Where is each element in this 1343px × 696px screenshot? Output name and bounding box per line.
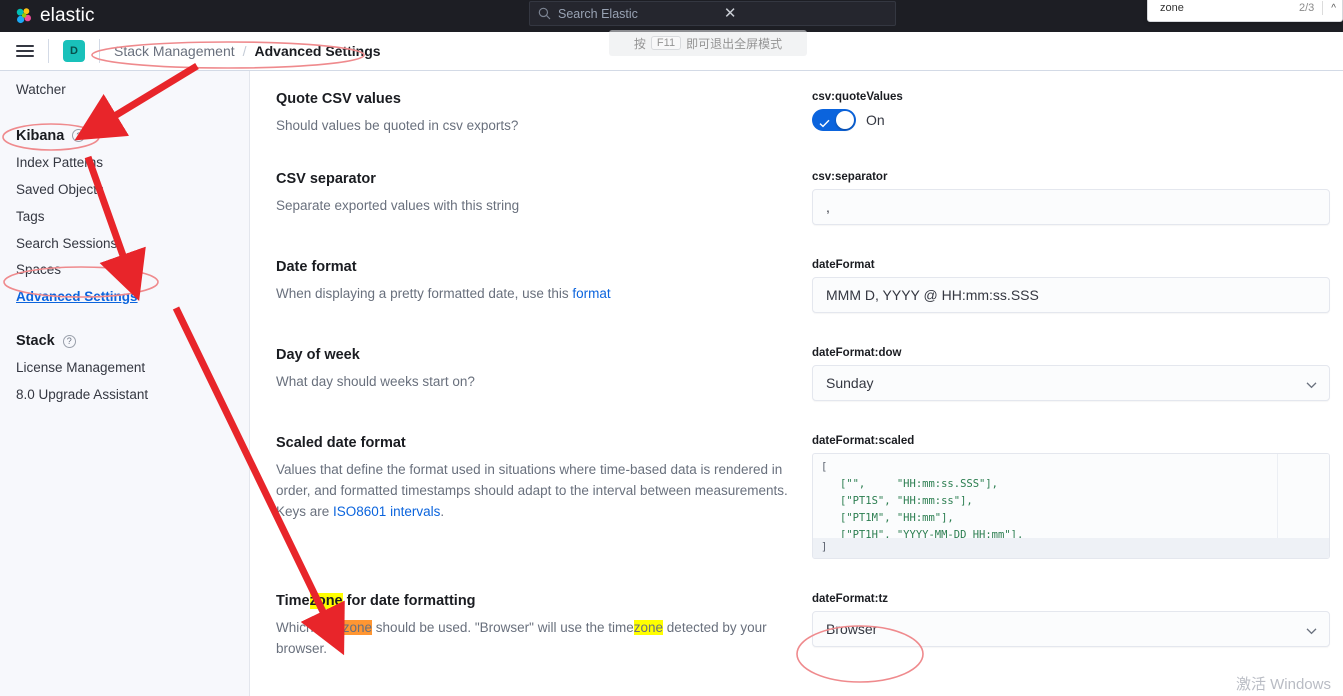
sidebar-item-saved-objects[interactable]: Saved Objects	[0, 177, 249, 204]
setting-description: Which timezone should be used. "Browser"…	[276, 618, 776, 660]
setting-key: dateFormat	[812, 258, 875, 271]
divider	[48, 39, 49, 63]
setting-description: When displaying a pretty formatted date,…	[276, 284, 796, 305]
chevron-down-icon	[1306, 623, 1317, 635]
search-placeholder: Search Elastic	[558, 6, 638, 21]
chevron-down-icon	[1306, 377, 1317, 389]
setting-description: What day should weeks start on?	[276, 373, 475, 389]
desc-part: should be used. "Browser" will use the t…	[372, 619, 634, 635]
setting-scaled-date-format: Scaled date format Values that define th…	[250, 435, 1343, 559]
desc-part: Which time	[276, 619, 343, 635]
elastic-logo-icon	[14, 7, 33, 26]
sidebar-nav: Watcher Kibana ? Index Patterns Saved Ob…	[0, 71, 250, 696]
search-icon	[538, 7, 551, 20]
quote-values-toggle[interactable]	[812, 109, 856, 131]
code-line: ["PT1S", "HH:mm:ss"],	[821, 494, 973, 507]
title-part-3: for date formatting	[342, 592, 476, 609]
sidebar-item-advanced-settings[interactable]: Advanced Settings	[0, 284, 249, 309]
fullscreen-hint-toast: 按 F11 即可退出全屏模式	[609, 30, 807, 56]
desc-highlight: zone	[633, 619, 664, 635]
sidebar-group-kibana: Kibana ?	[0, 122, 249, 150]
space-avatar[interactable]: D	[63, 40, 85, 62]
setting-day-of-week: Day of week What day should weeks start …	[250, 347, 1343, 401]
sidebar-item-upgrade-assistant[interactable]: 8.0 Upgrade Assistant	[0, 382, 249, 409]
setting-title: CSV separator	[276, 170, 376, 187]
desc-text: When displaying a pretty formatted date,…	[276, 285, 573, 301]
setting-title: Date format	[276, 258, 357, 275]
sidebar-group-stack: Stack ?	[0, 327, 249, 355]
format-link[interactable]: format	[572, 286, 610, 301]
iso8601-link[interactable]: ISO8601 intervals	[333, 504, 440, 519]
hint-prefix: 按	[633, 36, 646, 51]
question-circle-icon[interactable]: ?	[62, 334, 76, 348]
menu-icon[interactable]	[16, 45, 34, 57]
sidebar-group-label: Stack	[16, 333, 55, 350]
select-value: Sunday	[826, 374, 874, 391]
editor-footer	[813, 537, 1329, 558]
settings-list: Quote CSV values Should values be quoted…	[250, 71, 1343, 696]
code-line: ]	[821, 540, 828, 553]
global-search-field[interactable]: Search Elastic ✕	[529, 1, 896, 26]
brand-label: elastic	[40, 5, 95, 26]
divider	[99, 39, 100, 63]
question-circle-icon[interactable]: ?	[72, 129, 86, 143]
setting-timezone: Timezone for date formatting Which timez…	[250, 592, 1343, 660]
title-part-1: Time	[276, 592, 310, 609]
code-line: ["", "HH:mm:ss.SSS"],	[821, 477, 999, 490]
timezone-select[interactable]: Browser	[812, 610, 1330, 647]
sidebar-item-index-patterns[interactable]: Index Patterns	[0, 150, 249, 177]
setting-quote-csv-values: Quote CSV values Should values be quoted…	[250, 91, 1343, 137]
breadcrumb-separator: /	[242, 43, 247, 59]
close-icon[interactable]: ✕	[724, 6, 737, 21]
title-highlight: zone	[309, 592, 343, 609]
global-header: elastic Search Elastic ✕ zone 2/3 ^	[0, 0, 1343, 32]
toggle-knob	[836, 111, 854, 129]
breadcrumb-item-advanced-settings[interactable]: Advanced Settings	[255, 43, 381, 59]
select-value: Browser	[826, 620, 878, 637]
code-line: [	[821, 460, 828, 473]
sidebar-item-tags[interactable]: Tags	[0, 204, 249, 231]
setting-csv-separator: CSV separator Separate exported values w…	[250, 171, 1343, 225]
setting-date-format: Date format When displaying a pretty for…	[250, 259, 1343, 313]
desc-text-post: .	[440, 503, 445, 519]
setting-description: Values that define the format used in si…	[276, 460, 796, 523]
brand[interactable]: elastic	[14, 5, 95, 27]
date-format-input[interactable]: MMM D, YYYY @ HH:mm:ss.SSS	[812, 276, 1330, 313]
scaled-date-format-editor[interactable]: [ ["", "HH:mm:ss.SSS"], ["PT1S", "HH:mm:…	[812, 452, 1330, 559]
setting-title: Timezone for date formatting	[276, 592, 796, 609]
setting-key: csv:quoteValues	[812, 91, 903, 103]
sidebar-item-license-management[interactable]: License Management	[0, 355, 249, 382]
hint-key: F11	[650, 36, 682, 50]
sidebar-item-spaces[interactable]: Spaces	[0, 257, 249, 284]
setting-description: Separate exported values with this strin…	[276, 197, 520, 213]
code-line: ["PT1M", "HH:mm"],	[821, 511, 954, 524]
windows-activation-watermark: 激活 Windows	[1235, 676, 1331, 693]
setting-key: dateFormat:scaled	[812, 434, 915, 447]
setting-description: Should values be quoted in csv exports?	[276, 118, 519, 133]
sidebar-item-search-sessions[interactable]: Search Sessions	[0, 231, 249, 258]
setting-key: dateFormat:tz	[812, 592, 889, 605]
check-icon	[819, 115, 830, 128]
find-input[interactable]: zone	[1160, 2, 1184, 14]
setting-key: dateFormat:dow	[812, 346, 902, 359]
find-match-count: 2/3	[1299, 2, 1315, 14]
browser-find-bar[interactable]: zone 2/3 ^	[1147, 0, 1343, 22]
sidebar-group-label: Kibana	[16, 127, 65, 144]
chevron-up-icon[interactable]: ^	[1331, 3, 1336, 14]
sidebar-item-watcher[interactable]: Watcher	[0, 77, 249, 104]
hint-suffix: 即可退出全屏模式	[686, 36, 783, 51]
toggle-value-label: On	[866, 112, 885, 128]
setting-title: Quote CSV values	[276, 91, 401, 107]
setting-title: Scaled date format	[276, 434, 406, 451]
day-of-week-select[interactable]: Sunday	[812, 364, 1330, 401]
breadcrumb-item-stack-management[interactable]: Stack Management	[114, 43, 235, 59]
desc-highlight-active: zone	[342, 619, 373, 635]
divider	[1322, 1, 1324, 15]
csv-separator-input[interactable]: ,	[812, 188, 1330, 225]
setting-key: csv:separator	[812, 170, 888, 183]
setting-title: Day of week	[276, 346, 360, 363]
